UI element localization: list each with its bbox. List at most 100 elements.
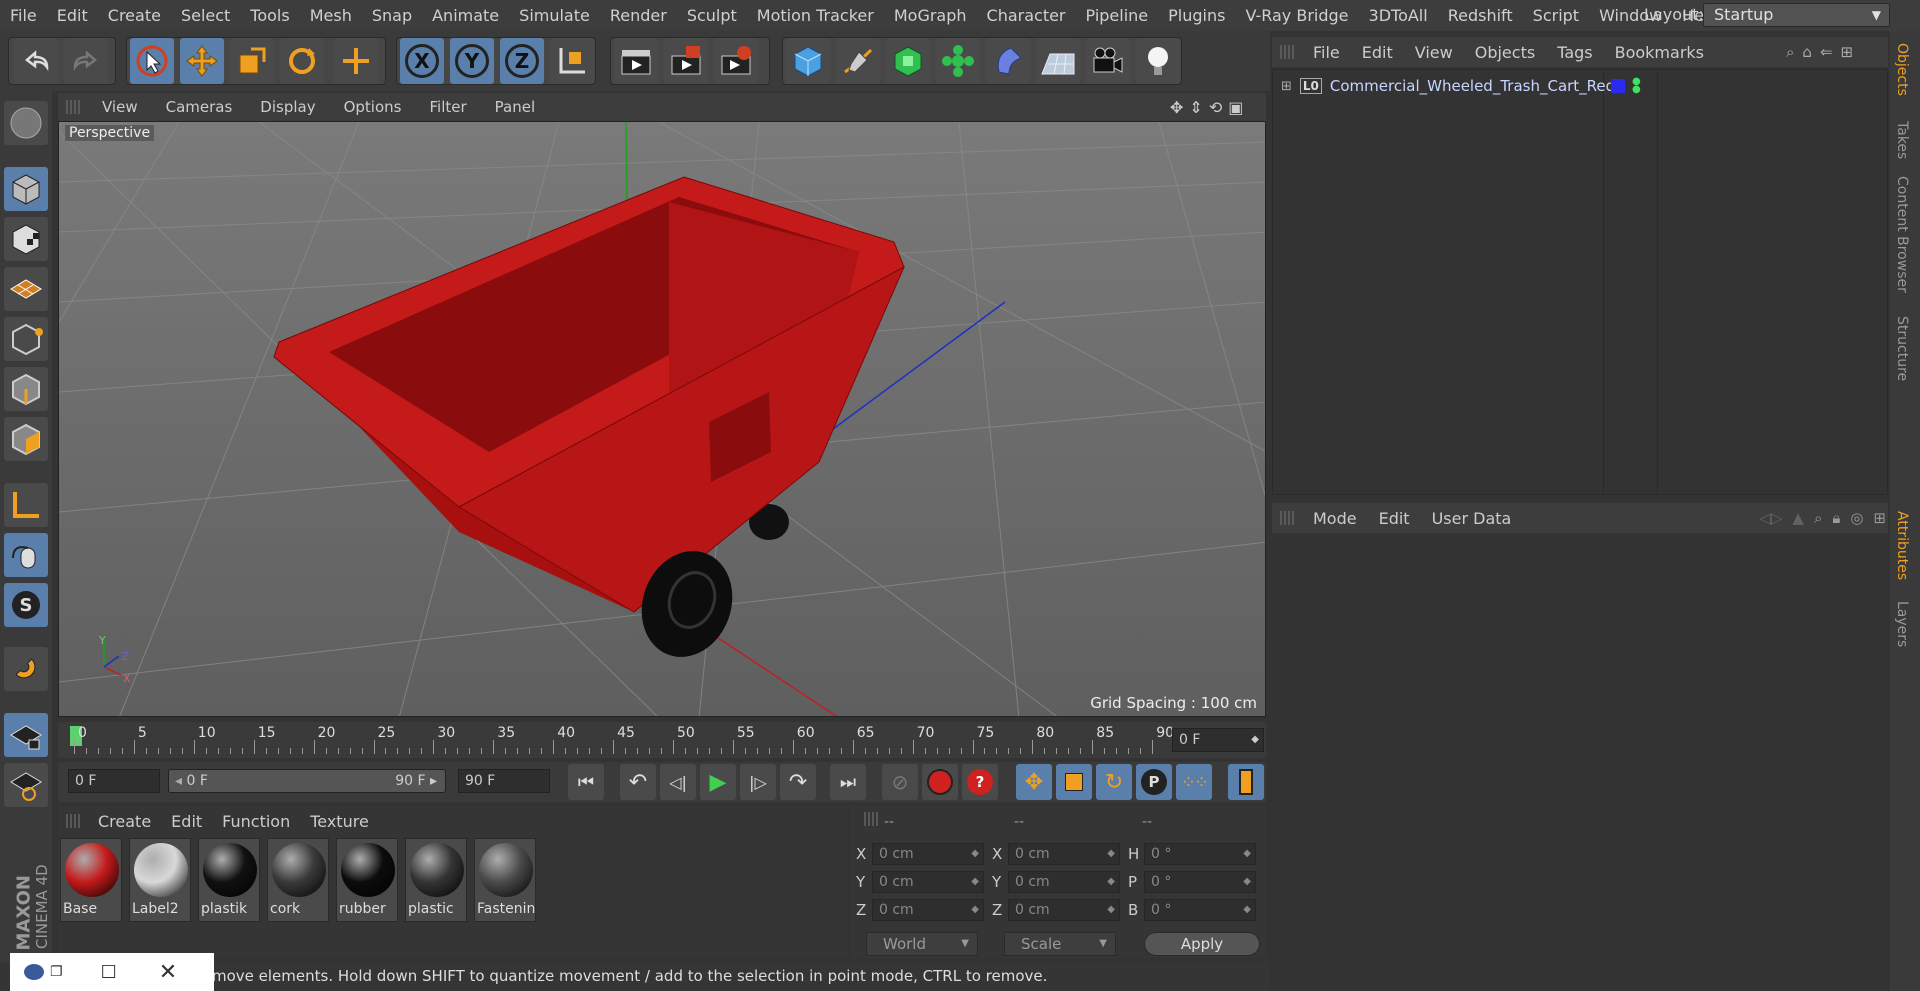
restore-icon[interactable]: ❐ [50, 964, 63, 980]
zoom-icon[interactable]: ⇕ [1189, 98, 1202, 117]
previous-frame-button[interactable]: ◁| [660, 764, 696, 800]
solo-mode-button[interactable]: S [4, 583, 48, 627]
timeline-ruler[interactable]: 0 5 10 15 20 25 30 35 40 45 50 55 60 65 70 75 80 85 90 [58, 722, 1266, 758]
viewport-menu-display[interactable]: Display [246, 98, 329, 116]
add-mograph-button[interactable] [936, 38, 980, 84]
material-menu-create[interactable]: Create [88, 812, 161, 831]
menu-mograph[interactable]: MoGraph [884, 6, 977, 25]
menu-render[interactable]: Render [600, 6, 677, 25]
coordinate-field[interactable]: 0 cm ◆ [872, 843, 984, 865]
material-swatch[interactable]: Base [60, 838, 122, 922]
material-menu-function[interactable]: Function [212, 812, 300, 831]
lock-icon[interactable]: 🔒︎ [1832, 509, 1840, 527]
record-active-button[interactable]: ⊘ [882, 764, 918, 800]
x-axis-lock-button[interactable]: X [400, 38, 444, 84]
coordinate-field[interactable]: 0 cm ◆ [872, 899, 984, 921]
add-camera-button[interactable] [1086, 38, 1130, 84]
locked-workplane-button[interactable] [4, 713, 48, 757]
orbit-icon[interactable]: ⟲ [1209, 98, 1222, 117]
autokey-button[interactable] [922, 764, 958, 800]
search-icon[interactable]: ⌕ [1786, 43, 1794, 61]
apply-button[interactable]: Apply [1144, 932, 1260, 956]
new-panel-icon[interactable]: ⊞ [1841, 43, 1854, 61]
record-scale-button[interactable] [1056, 764, 1092, 800]
current-frame-field[interactable]: 0 F ◆ [1172, 728, 1264, 752]
size-mode-dropdown[interactable]: Scale ▼ [1004, 932, 1116, 956]
start-frame-field[interactable]: 0 F [68, 769, 160, 793]
new-panel-icon[interactable]: ⊞ [1873, 509, 1886, 527]
menu-create[interactable]: Create [98, 6, 171, 25]
home-icon[interactable]: ⌂ [1802, 43, 1812, 61]
menu-character[interactable]: Character [977, 6, 1076, 25]
frame-range-slider[interactable]: ◂ 0 F 90 F ▸ [168, 769, 446, 793]
recent-tool-button[interactable] [334, 38, 378, 84]
material-swatch[interactable]: Fastenin [474, 838, 536, 922]
object-row[interactable]: ⊞ L0 Commercial_Wheeled_Trash_Cart_Red ● ● [1273, 74, 1887, 98]
side-tab-structure[interactable]: Structure [1894, 316, 1910, 381]
record-point-level-button[interactable]: ⁘⁘ [1176, 764, 1212, 800]
menu-snap[interactable]: Snap [362, 6, 422, 25]
workplane-mode-button[interactable] [4, 267, 48, 311]
coordinate-field[interactable]: 0 cm ◆ [1008, 871, 1120, 893]
add-deformer-button[interactable] [986, 38, 1030, 84]
viewport-menu-panel[interactable]: Panel [481, 98, 549, 116]
go-to-end-button[interactable]: ⏭ [830, 764, 866, 800]
up-arrow-icon[interactable]: ▲ [1792, 509, 1804, 527]
go-to-start-button[interactable]: ⏮ [568, 764, 604, 800]
timeline-window-button[interactable] [1228, 764, 1264, 800]
side-tab-objects[interactable]: Objects [1894, 43, 1910, 96]
menu-sculpt[interactable]: Sculpt [677, 6, 747, 25]
keyframe-selection-button[interactable]: ? [962, 764, 998, 800]
material-swatch[interactable]: rubber [336, 838, 398, 922]
menu-motion-tracker[interactable]: Motion Tracker [747, 6, 884, 25]
coordinate-field[interactable]: 0 ° ◆ [1144, 843, 1256, 865]
menu-select[interactable]: Select [171, 6, 240, 25]
planar-workplane-button[interactable] [4, 763, 48, 807]
attribute-menu-user-data[interactable]: User Data [1421, 509, 1523, 528]
render-picture-viewer-button[interactable] [664, 38, 708, 84]
record-parameter-button[interactable]: P [1136, 764, 1172, 800]
scale-tool-button[interactable] [230, 38, 274, 84]
coordinate-field[interactable]: 0 ° ◆ [1144, 899, 1256, 921]
z-axis-lock-button[interactable]: Z [500, 38, 544, 84]
layout-select[interactable]: Startup ▼ [1703, 3, 1890, 27]
add-generator-button[interactable] [886, 38, 930, 84]
target-icon[interactable]: ◎ [1850, 509, 1863, 527]
menu-tools[interactable]: Tools [240, 6, 299, 25]
object-menu-edit[interactable]: Edit [1351, 43, 1404, 62]
object-list[interactable]: ⊞ L0 Commercial_Wheeled_Trash_Cart_Red ● ● [1272, 69, 1888, 496]
attribute-menu-mode[interactable]: Mode [1302, 509, 1368, 528]
coordinate-system-button[interactable] [550, 38, 594, 84]
material-swatch[interactable]: cork [267, 838, 329, 922]
add-light-button[interactable] [1136, 38, 1180, 84]
material-swatch[interactable]: plastik [198, 838, 260, 922]
undo-button[interactable] [14, 38, 58, 84]
coordinate-field[interactable]: 0 ° ◆ [1144, 871, 1256, 893]
viewport-menu-filter[interactable]: Filter [415, 98, 480, 116]
menu-v-ray-bridge[interactable]: V-Ray Bridge [1235, 6, 1358, 25]
previous-keyframe-button[interactable]: ↶ [620, 764, 656, 800]
menu-edit[interactable]: Edit [47, 6, 98, 25]
menu-animate[interactable]: Animate [422, 6, 509, 25]
attribute-menu-edit[interactable]: Edit [1368, 509, 1421, 528]
object-menu-view[interactable]: View [1404, 43, 1464, 62]
move-tool-button[interactable] [180, 38, 224, 84]
display-color-swatch[interactable] [1611, 79, 1625, 93]
record-position-button[interactable]: ✥ [1016, 764, 1052, 800]
menu-redshift[interactable]: Redshift [1438, 6, 1523, 25]
object-menu-bookmarks[interactable]: Bookmarks [1604, 43, 1715, 62]
render-view-button[interactable] [614, 38, 658, 84]
edges-mode-button[interactable] [4, 367, 48, 411]
trash-cart-model[interactable] [273, 176, 906, 670]
next-keyframe-button[interactable]: ↷ [780, 764, 816, 800]
expand-icon[interactable]: ⊞ [1281, 79, 1292, 94]
end-frame-field[interactable]: 90 F [458, 769, 550, 793]
live-selection-button[interactable] [130, 38, 174, 84]
viewport-menu-cameras[interactable]: Cameras [152, 98, 247, 116]
viewport-menu-options[interactable]: Options [330, 98, 416, 116]
maximize-view-icon[interactable]: ▣ [1228, 98, 1243, 117]
back-icon[interactable]: ⇐ [1820, 43, 1833, 61]
points-mode-button[interactable] [4, 317, 48, 361]
material-menu-edit[interactable]: Edit [161, 812, 212, 831]
y-axis-lock-button[interactable]: Y [450, 38, 494, 84]
